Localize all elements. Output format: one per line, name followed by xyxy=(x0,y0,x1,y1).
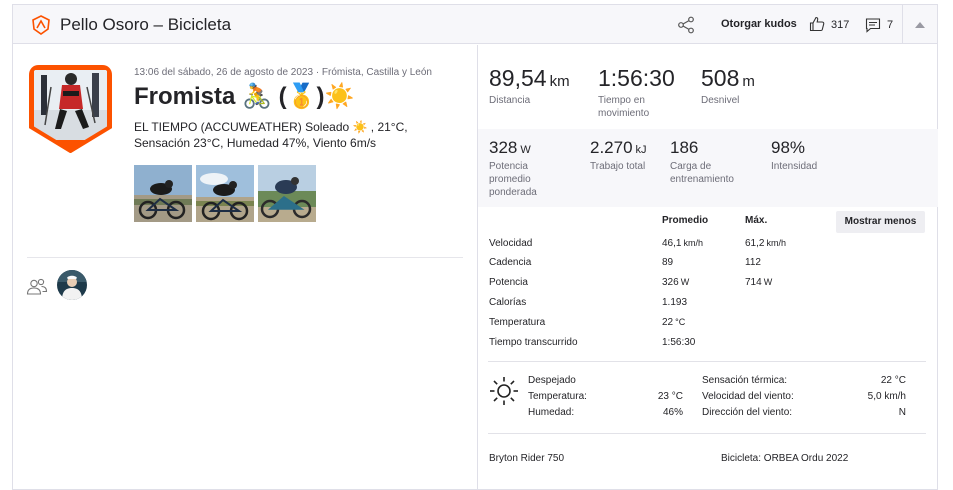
stat-moving-time: 1:56:30 Tiempo en movimiento xyxy=(598,65,678,120)
row-label-speed: Velocidad xyxy=(489,238,533,249)
sun-icon xyxy=(490,377,518,405)
stat-distance: 89,54 km Distancia xyxy=(489,65,570,107)
share-icon[interactable] xyxy=(677,16,695,34)
stat-value: 1:56:30 xyxy=(598,65,675,91)
row-label-elapsed-time: Tiempo transcurrido xyxy=(489,337,578,348)
bike-name[interactable]: Bicicleta: ORBEA Ordu 2022 xyxy=(721,453,848,464)
weather-temp-value: 23 °C xyxy=(657,391,683,402)
stat-label: Trabajo total xyxy=(590,161,646,172)
stat-label: Intensidad xyxy=(771,161,818,172)
row-max-cadence: 112 xyxy=(745,257,761,268)
activity-card: Pello Osoro – Bicicleta Otorgar kudos 31… xyxy=(12,4,938,490)
activity-photo[interactable] xyxy=(258,165,316,222)
row-avg-calories: 1.193 xyxy=(662,297,688,308)
stat-label: Carga de entrenamiento xyxy=(670,161,734,185)
row-avg-cadence: 89 xyxy=(662,257,674,268)
stat-value: 508 xyxy=(701,65,740,91)
comment-icon[interactable] xyxy=(865,17,881,33)
stat-label: Potencia promedio ponderada xyxy=(489,161,537,198)
kudos-count[interactable]: 317 xyxy=(831,19,849,31)
stat-unit: kJ xyxy=(635,144,647,156)
row-label-power: Potencia xyxy=(489,277,528,288)
row-max-speed: 61,2 km/h xyxy=(745,238,786,249)
weather-wind-direction-label: Dirección del viento: xyxy=(702,407,793,418)
row-avg-speed: 46,1 km/h xyxy=(662,238,703,249)
activity-description-line2: Sensación 23°C, Humedad 47%, Viento 6m/s xyxy=(134,136,377,150)
activity-stats-panel: 89,54 km Distancia 1:56:30 Tiempo en movi… xyxy=(477,45,938,490)
stat-value: 186 xyxy=(670,138,699,157)
row-label-calories: Calorías xyxy=(489,297,527,308)
weather-temp-label: Temperatura: xyxy=(528,391,587,402)
row-avg-power: 326 W xyxy=(662,277,689,288)
stat-unit: km xyxy=(549,73,570,90)
collapse-button[interactable] xyxy=(903,5,937,44)
stat-unit: m xyxy=(742,73,755,90)
stat-label: Tiempo en movimiento xyxy=(598,95,650,119)
weather-humidity-label: Humedad: xyxy=(528,407,575,418)
secondary-stats-band: 328 W Potencia promedio ponderada 2.270 kJ… xyxy=(478,129,938,207)
show-less-button[interactable]: Mostrar menos xyxy=(836,211,925,233)
stat-value: 98% xyxy=(771,138,806,157)
section-divider xyxy=(488,361,926,362)
column-header-max: Máx. xyxy=(745,215,768,226)
stat-value: 89,54 xyxy=(489,65,547,91)
athlete-badge-avatar[interactable] xyxy=(29,65,112,153)
row-value: 326 xyxy=(662,277,679,288)
column-header-average: Promedio xyxy=(662,215,709,226)
ride-icon xyxy=(32,15,50,35)
stat-unit: W xyxy=(520,144,531,156)
stat-training-load: 186 Carga de entrenamiento xyxy=(670,138,750,186)
row-avg-elapsed-time: 1:56:30 xyxy=(662,337,696,348)
row-avg-temperature: 22 °C xyxy=(662,317,685,328)
weather-humidity-value: 46% xyxy=(662,407,683,418)
chevron-up-icon xyxy=(915,22,925,28)
row-max-power: 714 W xyxy=(745,277,772,288)
stat-weighted-power: 328 W Potencia promedio ponderada xyxy=(489,138,571,199)
row-value: 22 xyxy=(662,317,674,328)
comment-count[interactable]: 7 xyxy=(887,19,893,31)
section-divider xyxy=(27,257,463,258)
row-unit: W xyxy=(763,277,773,287)
device-name: Bryton Rider 750 xyxy=(489,453,565,464)
weather-condition: Despejado xyxy=(528,375,576,386)
row-unit: km/h xyxy=(683,238,703,248)
activity-summary: 13:06 del sábado, 26 de agosto de 2023 ·… xyxy=(13,45,477,490)
activity-header: Pello Osoro – Bicicleta Otorgar kudos 31… xyxy=(13,5,937,44)
stat-value: 2.270 xyxy=(590,138,633,157)
weather-wind-speed-value: 5,0 km/h xyxy=(867,391,906,402)
stat-label: Desnivel xyxy=(701,95,740,106)
row-label-cadence: Cadencia xyxy=(489,257,532,268)
thumbs-up-icon[interactable] xyxy=(809,16,825,32)
stat-label: Distancia xyxy=(489,95,531,106)
give-kudos-button[interactable]: Otorgar kudos xyxy=(721,18,797,30)
weather-feels-value: 22 °C xyxy=(880,375,906,386)
weather-wind-direction-value: N xyxy=(898,407,906,418)
group-icon[interactable] xyxy=(26,278,48,296)
weather-wind-speed-label: Velocidad del viento: xyxy=(702,391,794,402)
stat-intensity: 98% Intensidad xyxy=(771,138,817,173)
row-value: 61,2 xyxy=(745,238,765,249)
stat-elevation: 508 m Desnivel xyxy=(701,65,755,107)
activity-date-location: 13:06 del sábado, 26 de agosto de 2023 ·… xyxy=(134,67,432,78)
row-unit: km/h xyxy=(766,238,786,248)
stat-value: 328 xyxy=(489,138,518,157)
row-value: 714 xyxy=(745,277,762,288)
row-unit: °C xyxy=(675,317,686,327)
activity-photo[interactable] xyxy=(196,165,254,222)
page-title: Pello Osoro – Bicicleta xyxy=(60,15,232,34)
row-unit: W xyxy=(680,277,690,287)
row-value: 46,1 xyxy=(662,238,682,249)
activity-description-line1: EL TIEMPO (ACCUWEATHER) Soleado ☀️ , 21°… xyxy=(134,120,408,134)
section-divider xyxy=(488,433,926,434)
row-label-temperature: Temperatura xyxy=(489,317,546,328)
stat-total-work: 2.270 kJ Trabajo total xyxy=(590,138,647,173)
athlete-avatar[interactable] xyxy=(57,270,87,300)
weather-feels-label: Sensación térmica: xyxy=(702,375,788,386)
activity-title[interactable]: Fromista 🚴 (🥇)☀️ xyxy=(134,82,354,111)
activity-photo[interactable] xyxy=(134,165,192,222)
